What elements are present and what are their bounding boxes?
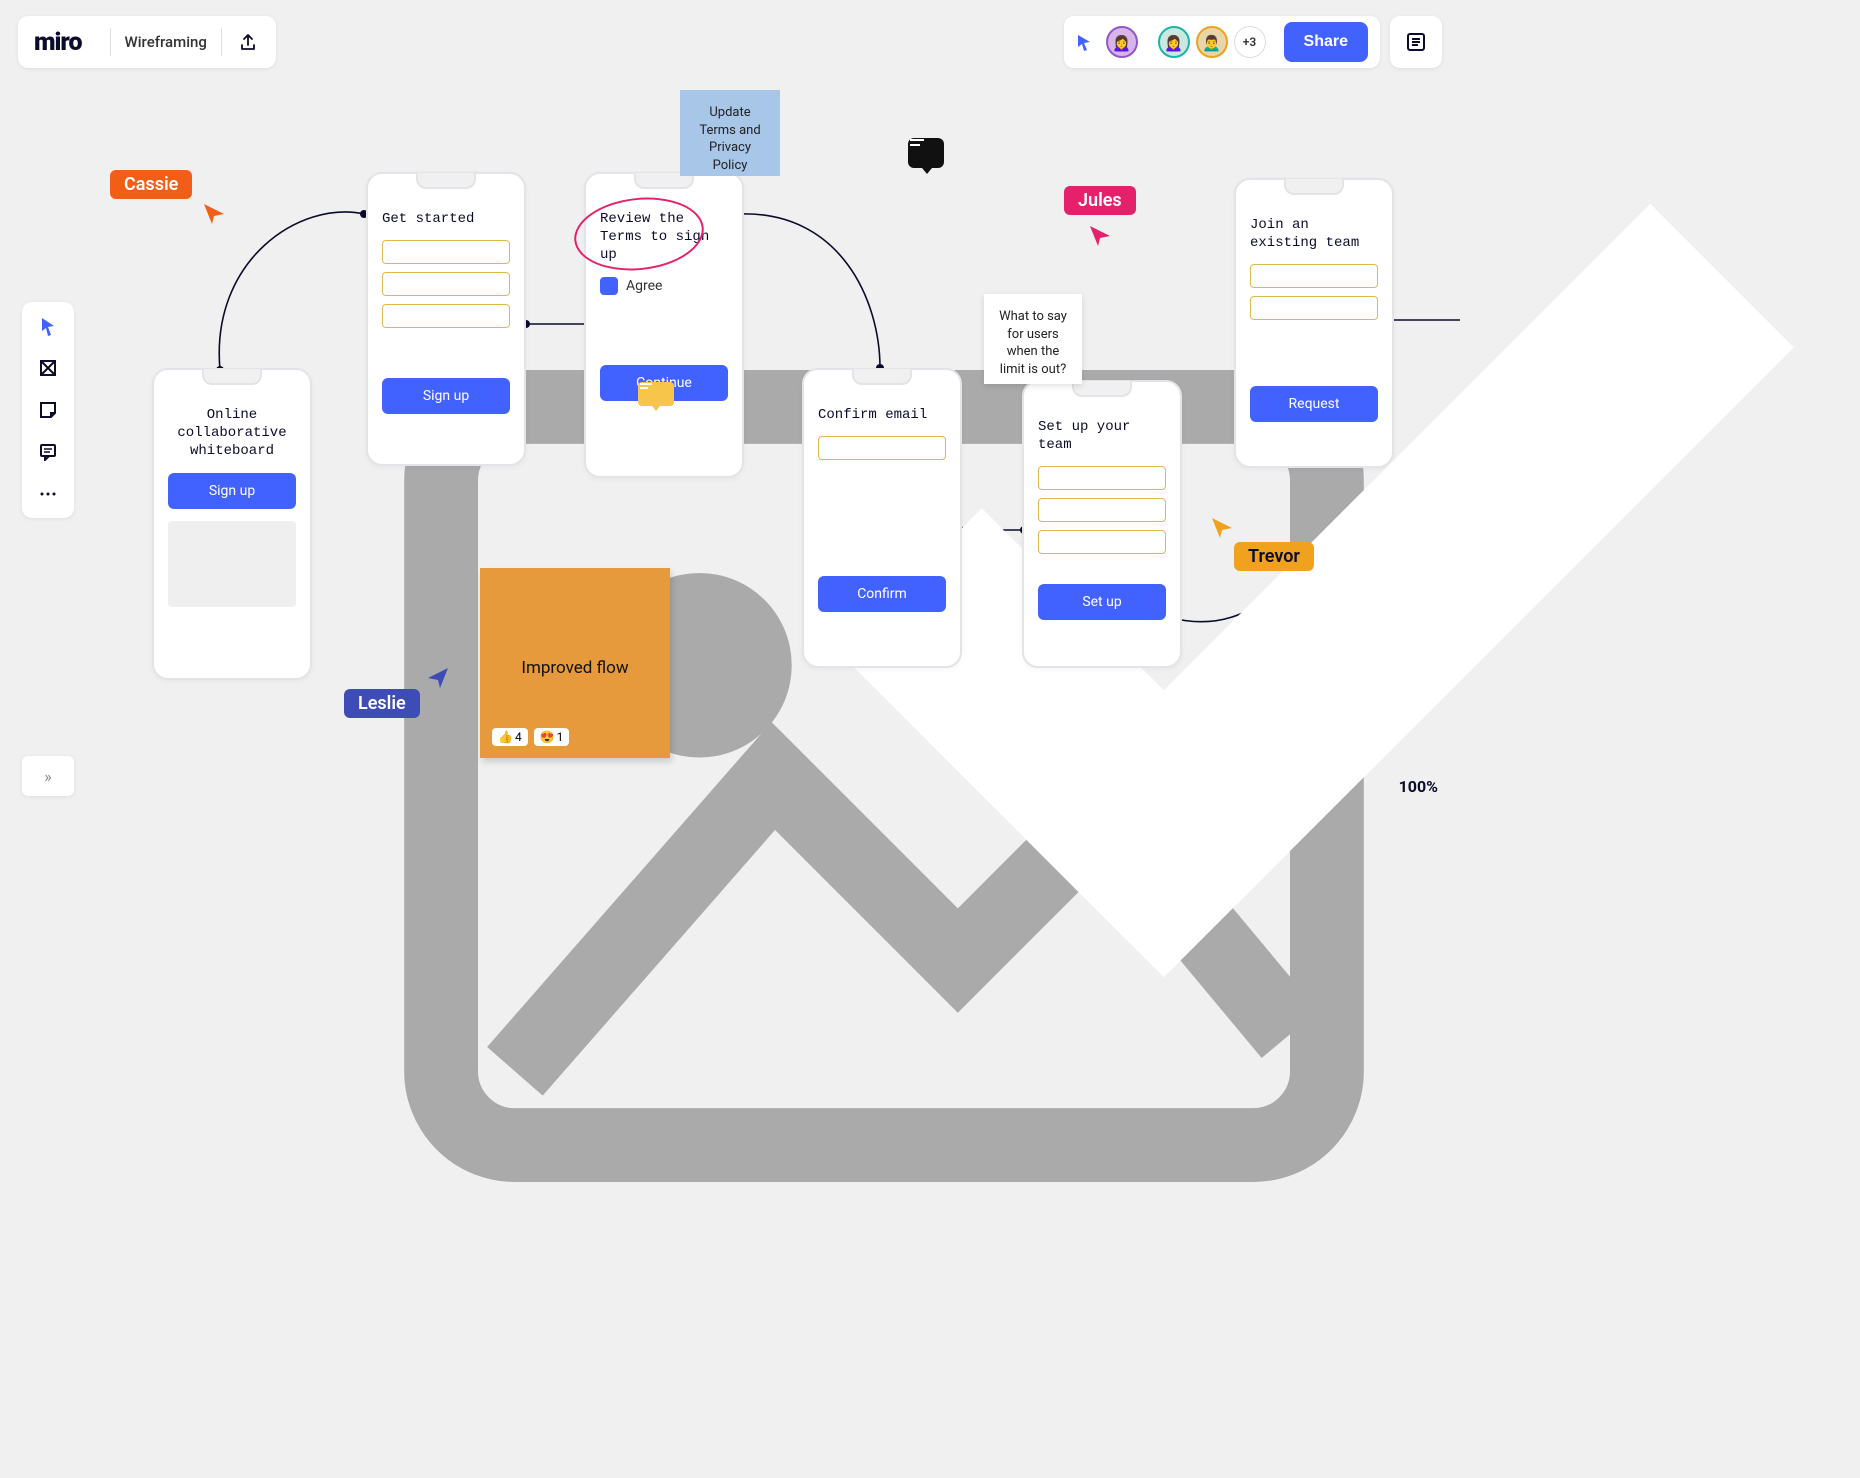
sticky-note-blue[interactable]: Update Terms and Privacy Policy <box>680 90 780 176</box>
input-placeholder <box>1250 296 1378 320</box>
sticky-note-white[interactable]: What to say for users when the limit is … <box>984 294 1082 384</box>
cursor-label-leslie: Leslie <box>344 689 420 718</box>
share-button[interactable]: Share <box>1284 22 1368 62</box>
cursor-arrow-icon <box>426 666 1860 1478</box>
sticky-tool-icon[interactable] <box>36 398 60 422</box>
collaborator-bar: 🙍‍♀️ 🙍‍♀️ 🙍‍♂️ +3 Share <box>1064 16 1380 68</box>
more-tools-icon[interactable] <box>36 482 60 506</box>
setup-button: Set up <box>1038 584 1166 620</box>
more-collaborators[interactable]: +3 <box>1234 26 1266 58</box>
comment-tool-icon[interactable] <box>36 440 60 464</box>
cursor-label-jules: Jules <box>1064 186 1136 215</box>
request-button: Request <box>1250 386 1378 422</box>
avatar[interactable]: 🙍‍♀️ <box>1106 26 1138 58</box>
reaction-heart[interactable]: 😍1 <box>534 728 570 746</box>
input-placeholder <box>1038 530 1166 554</box>
avatar[interactable]: 🙍‍♂️ <box>1196 26 1228 58</box>
image-placeholder <box>168 521 296 607</box>
header-left: miro Wireframing <box>18 16 276 68</box>
phone-title: Confirm email <box>818 406 946 424</box>
select-tool-icon[interactable] <box>36 314 60 338</box>
wireframe-phone-6[interactable]: Join an existing team Request <box>1234 178 1394 468</box>
comment-marker-icon[interactable] <box>638 382 674 406</box>
sticky-note-orange[interactable]: Improved flow 👍4 😍1 <box>480 568 670 758</box>
wireframe-phone-1[interactable]: Online collaborative whiteboard Sign up <box>152 368 312 680</box>
cursor-arrow-icon <box>1210 516 1860 1328</box>
confirm-button: Confirm <box>818 576 946 612</box>
cursor-tool-icon[interactable] <box>1072 30 1096 54</box>
input-placeholder <box>1038 466 1166 490</box>
header-right: 🙍‍♀️ 🙍‍♀️ 🙍‍♂️ +3 Share <box>1064 16 1442 68</box>
zoom-level[interactable]: 100% <box>1399 777 1438 796</box>
agree-label: Agree <box>626 278 662 294</box>
cursor-arrow-icon <box>1088 224 1860 1036</box>
sticky-title: Improved flow <box>494 658 656 678</box>
signup-button: Sign up <box>168 473 296 509</box>
input-placeholder <box>382 304 510 328</box>
logo[interactable]: miro <box>34 28 82 57</box>
input-placeholder <box>382 240 510 264</box>
cursor-label-cassie: Cassie <box>110 170 192 199</box>
input-placeholder <box>818 436 946 460</box>
phone-title: Online collaborative whiteboard <box>168 406 296 461</box>
input-placeholder <box>382 272 510 296</box>
signup-button: Sign up <box>382 378 510 414</box>
toolbar <box>22 302 74 518</box>
wireframe-phone-5[interactable]: Set up your team Set up <box>1022 380 1182 668</box>
board-title[interactable]: Wireframing <box>125 33 207 51</box>
wireframe-phone-4[interactable]: Confirm email Confirm <box>802 368 962 668</box>
wireframe-phone-2[interactable]: Get started Sign up <box>366 172 526 466</box>
phone-title: Get started <box>382 210 510 228</box>
reaction-thumb[interactable]: 👍4 <box>492 728 528 746</box>
panel-toggle-icon[interactable] <box>1390 16 1442 68</box>
expand-toolbar-icon[interactable]: » <box>22 756 74 796</box>
input-placeholder <box>1038 498 1166 522</box>
export-icon[interactable] <box>236 30 260 54</box>
agree-checkbox <box>600 277 618 295</box>
cursor-label-trevor: Trevor <box>1234 542 1314 571</box>
phone-title: Join an existing team <box>1250 216 1378 252</box>
phone-title: Set up your team <box>1038 418 1166 454</box>
input-placeholder <box>1250 264 1378 288</box>
comment-icon[interactable] <box>908 138 944 168</box>
shape-tool-icon[interactable] <box>36 356 60 380</box>
avatar[interactable]: 🙍‍♀️ <box>1158 26 1190 58</box>
